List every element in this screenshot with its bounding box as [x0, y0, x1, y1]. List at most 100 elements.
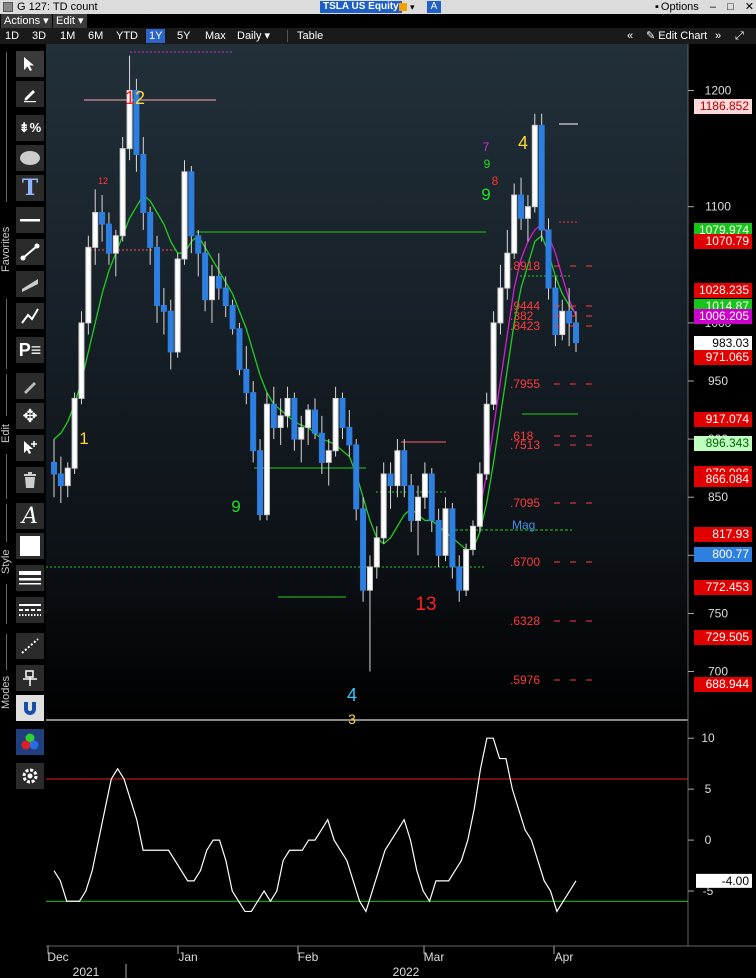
candle-body — [140, 153, 147, 213]
collapse-icon[interactable]: « — [624, 29, 636, 43]
candle-body — [92, 212, 99, 248]
settings-button[interactable] — [15, 762, 45, 790]
candle-body — [566, 310, 573, 324]
maximize-icon[interactable]: ⤢ — [732, 29, 747, 43]
range-1d[interactable]: 1D — [2, 29, 22, 43]
lock-mode[interactable] — [15, 664, 45, 692]
candle-body — [490, 322, 497, 405]
candle-body — [119, 148, 126, 237]
delete-tool[interactable] — [15, 466, 45, 494]
range-3d[interactable]: 3D — [29, 29, 49, 43]
td-count-label: 1 — [125, 88, 135, 108]
annotation-tool[interactable]: P≡ — [15, 336, 45, 364]
candle-body — [346, 426, 353, 446]
year-label: 2022 — [393, 965, 420, 978]
td-count-label: 12 — [98, 176, 108, 186]
actions-label: Actions — [4, 15, 41, 27]
color-theme-mode[interactable] — [15, 728, 45, 756]
time-axis-label: Jan — [178, 950, 197, 964]
price-axis-label: 850 — [708, 490, 728, 504]
price-tag: 971.065 — [694, 349, 752, 365]
price-tag: 800.77 — [694, 547, 752, 563]
add-point-tool[interactable] — [15, 434, 45, 462]
pen-tool[interactable] — [15, 80, 45, 108]
time-axis-label: Feb — [298, 950, 319, 964]
text-tool[interactable]: T — [15, 174, 45, 202]
expand-icon[interactable]: » — [712, 29, 724, 43]
draw-edit-tool[interactable] — [15, 372, 45, 400]
range-ytd[interactable]: YTD — [113, 29, 141, 43]
style-section-label: Style — [0, 549, 12, 575]
pencil-icon — [24, 382, 36, 394]
options-icon: ▪ — [654, 1, 659, 13]
table-button[interactable]: Table — [294, 29, 326, 43]
range-1y[interactable]: 1Y — [146, 29, 166, 43]
candle-body — [71, 397, 78, 469]
actions-menu[interactable]: Actions ▾ — [1, 14, 52, 28]
fill-color-tool[interactable] — [15, 532, 45, 560]
candle-body — [277, 415, 284, 428]
candle-body — [449, 508, 456, 568]
a-button[interactable]: A — [427, 1, 441, 13]
options-button[interactable]: Options — [661, 1, 699, 13]
app-icon — [3, 2, 13, 12]
ellipse-tool[interactable] — [15, 144, 45, 172]
range-5y[interactable]: 5Y — [174, 29, 193, 43]
chart-area[interactable]: 1050-5-4.00 1200110010009509008508007507… — [46, 44, 756, 978]
channel-tool[interactable] — [15, 270, 45, 298]
candle-body — [257, 450, 264, 516]
font-style-tool[interactable]: A — [15, 502, 45, 530]
edit-menu[interactable]: Edit ▾ — [53, 14, 87, 28]
fibonacci-tool[interactable]: ⇟% — [15, 114, 45, 142]
line-style-tool[interactable] — [15, 596, 45, 624]
minimize-icon[interactable]: – — [710, 1, 716, 13]
candle-body — [318, 432, 325, 463]
td-count-label: 2 — [135, 88, 145, 108]
candle-body — [339, 397, 346, 428]
candle-body — [442, 508, 449, 556]
pencil-icon: ✎ — [646, 30, 656, 42]
candle-body — [408, 485, 415, 521]
horizontal-line-tool[interactable] — [15, 206, 45, 234]
close-icon[interactable]: ✕ — [745, 1, 754, 13]
ticker-field[interactable]: TSLA US Equity — [320, 1, 402, 13]
pointer-tool[interactable] — [15, 50, 45, 78]
drawing-toolbar: Favorites Edit Style Modes ⇟% T P≡ ✥ A — [0, 44, 46, 978]
period-dropdown[interactable]: Daily ▾ — [234, 29, 273, 43]
edit-chart-button[interactable]: ✎ Edit Chart — [643, 29, 710, 43]
price-tag: 817.93 — [694, 527, 752, 543]
range-max[interactable]: Max — [202, 29, 229, 43]
modes-section-label: Modes — [0, 675, 12, 709]
line-width-tool[interactable] — [15, 564, 45, 592]
range-6m[interactable]: 6M — [85, 29, 106, 43]
fib-level-label: .7955 — [510, 377, 540, 391]
chevron-down-icon: ▾ — [264, 30, 271, 42]
font-a-icon: A — [22, 503, 38, 529]
candle-body — [222, 287, 229, 306]
modes-divider — [6, 634, 7, 670]
price-tag: 1070.79 — [694, 233, 752, 249]
range-1m[interactable]: 1M — [57, 29, 78, 43]
candle-body — [51, 461, 57, 475]
candle-body — [497, 287, 504, 324]
dotted-line-mode[interactable] — [15, 632, 45, 660]
move-tool[interactable]: ✥ — [15, 402, 45, 430]
candle-body — [298, 426, 305, 440]
restore-icon[interactable]: □ — [727, 1, 734, 13]
fib-level-label: .6328 — [510, 614, 540, 628]
candle-body — [476, 473, 483, 527]
fib-level-label: .5976 — [510, 673, 540, 687]
polyline-tool[interactable] — [15, 302, 45, 330]
td-count-label: 9 — [484, 157, 491, 171]
ticker-dropdown-icon[interactable]: ▾ — [410, 0, 415, 14]
magnet-mode[interactable] — [15, 694, 45, 722]
candle-body — [243, 368, 250, 394]
price-chart-svg[interactable]: 1050-5-4.00 1200110010009509008508007507… — [46, 44, 756, 978]
candle-body — [511, 194, 518, 254]
trendline-icon — [20, 243, 40, 261]
candle-body — [154, 246, 161, 306]
trendline-tool[interactable] — [15, 238, 45, 266]
osc-axis-label: 10 — [701, 731, 715, 745]
td-count-label: 3 — [348, 711, 356, 727]
candle-body — [360, 508, 367, 591]
